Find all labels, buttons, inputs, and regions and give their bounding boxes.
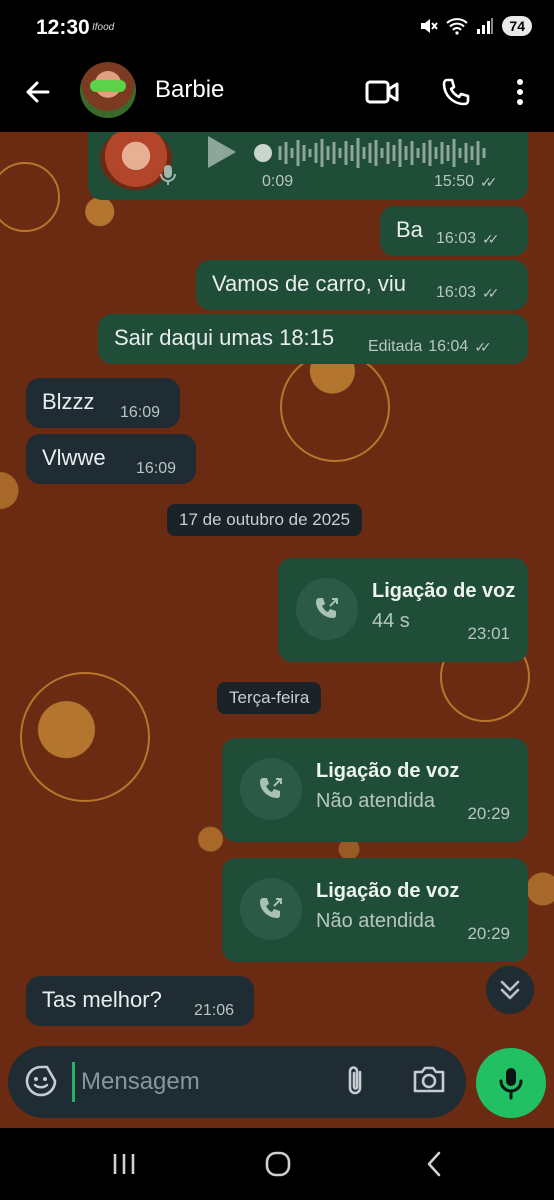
call-status: Não atendida: [316, 790, 435, 812]
status-bar: 12:30 Ifood 74: [0, 0, 554, 56]
call-outgoing-icon: [316, 598, 338, 618]
message-incoming[interactable]: Blzzz 16:09: [26, 378, 180, 428]
message-time: 16:03: [436, 284, 477, 301]
call-icon-circle: [240, 758, 302, 820]
back-arrow-icon: [26, 81, 50, 103]
voice-call-button[interactable]: [436, 72, 476, 112]
status-app-tag: Ifood: [92, 22, 115, 33]
chevrons-down-icon: [500, 980, 520, 1000]
nav-back-button[interactable]: [414, 1146, 454, 1182]
video-call-button[interactable]: [362, 72, 402, 112]
message-time: 20:29: [467, 804, 510, 823]
signal-icon: [477, 18, 494, 34]
message-time: 15:50: [434, 173, 475, 190]
message-text: Tas melhor?: [42, 987, 162, 1012]
call-duration: 44 s: [372, 610, 410, 632]
message-time: 23:01: [467, 624, 510, 643]
wallpaper-decoration: [280, 352, 390, 462]
message-input[interactable]: [72, 1062, 322, 1102]
double-check-icon: ✓✓: [482, 230, 500, 247]
message-text: Vamos de carro, viu: [212, 271, 407, 296]
edited-label: Editada: [368, 338, 423, 355]
wifi-icon: [446, 18, 469, 35]
status-time: 12:30: [36, 16, 90, 39]
message-time: 16:09: [120, 404, 161, 421]
call-outgoing-icon: [260, 778, 282, 798]
message-time: 21:06: [194, 1002, 235, 1019]
message-text: Ba: [396, 217, 423, 242]
date-separator: Terça-feira: [217, 682, 322, 714]
recents-icon: [113, 1154, 135, 1174]
chat-header: Barbie: [0, 56, 554, 132]
mic-icon: [160, 165, 176, 185]
call-outgoing-icon: [260, 898, 282, 918]
message-incoming[interactable]: Tas melhor? 21:06: [26, 976, 254, 1026]
sticker-button[interactable]: [24, 1064, 58, 1103]
mic-icon: [499, 1068, 523, 1100]
double-check-icon: ✓✓: [482, 284, 500, 301]
camera-icon: [413, 1066, 445, 1093]
sticker-icon: [25, 1065, 57, 1097]
message-text: Vlwwe: [42, 445, 106, 470]
message-meta: 15:50 ✓✓: [434, 173, 498, 191]
call-title: Ligação de voz: [316, 760, 460, 782]
message-incoming[interactable]: Vlwwe 16:09: [26, 434, 196, 484]
phone-icon: [442, 78, 470, 106]
recents-button[interactable]: [104, 1146, 144, 1182]
scroll-to-bottom-button[interactable]: [486, 966, 534, 1014]
voice-call-card[interactable]: Ligação de voz 44 s 23:01: [278, 558, 528, 662]
message-time: 16:04: [428, 338, 469, 355]
message-time: 16:03: [436, 230, 477, 247]
status-icons: 74: [418, 16, 532, 36]
more-options-button[interactable]: [500, 72, 540, 112]
wallpaper-decoration: [20, 672, 150, 802]
play-button[interactable]: [204, 134, 238, 176]
home-button[interactable]: [258, 1146, 298, 1182]
message-meta: Editada 16:04 ✓✓: [368, 338, 492, 356]
voice-message[interactable]: 0:09 15:50 ✓✓: [88, 132, 528, 200]
contact-name[interactable]: Barbie: [155, 76, 224, 104]
video-call-icon: [365, 80, 399, 104]
call-title: Ligação de voz: [316, 880, 460, 902]
mute-icon: [421, 19, 439, 33]
call-icon-circle: [296, 578, 358, 640]
voice-record-button[interactable]: [476, 1048, 546, 1118]
call-title: Ligação de voz: [372, 580, 516, 602]
message-meta: 16:03 ✓✓: [436, 230, 500, 248]
message-time: 20:29: [467, 924, 510, 943]
voice-call-card[interactable]: Ligação de voz Não atendida 20:29: [222, 858, 528, 962]
double-check-icon: ✓✓: [474, 338, 492, 355]
message-meta: 16:03 ✓✓: [436, 284, 500, 302]
play-icon: [208, 136, 236, 168]
camera-button[interactable]: [412, 1064, 446, 1099]
back-nav-icon: [427, 1151, 441, 1177]
message-text: Blzzz: [42, 389, 95, 414]
chat-area[interactable]: 0:09 15:50 ✓✓ Ba 16:03 ✓✓ Vamos de carro, …: [0, 132, 554, 1128]
message-outgoing[interactable]: Vamos de carro, viu 16:03 ✓✓: [196, 260, 528, 310]
message-text: Sair daqui umas 18:15: [114, 325, 335, 350]
back-button[interactable]: [20, 74, 56, 110]
date-separator: 17 de outubro de 2025: [167, 504, 363, 536]
message-composer: [8, 1046, 466, 1118]
attach-icon: [348, 1066, 362, 1095]
voice-call-card[interactable]: Ligação de voz Não atendida 20:29: [222, 738, 528, 842]
message-time: 16:09: [136, 460, 177, 477]
message-outgoing[interactable]: Sair daqui umas 18:15 Editada 16:04 ✓✓: [98, 314, 528, 364]
wallpaper-decoration: [0, 162, 60, 232]
call-icon-circle: [240, 878, 302, 940]
attach-button[interactable]: [342, 1064, 368, 1103]
message-outgoing[interactable]: Ba 16:03 ✓✓: [380, 206, 528, 256]
call-status: Não atendida: [316, 910, 435, 932]
voice-duration: 0:09: [262, 173, 294, 190]
double-check-icon: ✓✓: [480, 173, 498, 190]
waveform: [254, 138, 486, 168]
more-vertical-icon: [517, 79, 523, 105]
system-nav-bar: [0, 1128, 554, 1200]
battery-indicator: 74: [502, 16, 532, 36]
home-icon: [265, 1151, 291, 1177]
avatar[interactable]: [80, 62, 136, 118]
